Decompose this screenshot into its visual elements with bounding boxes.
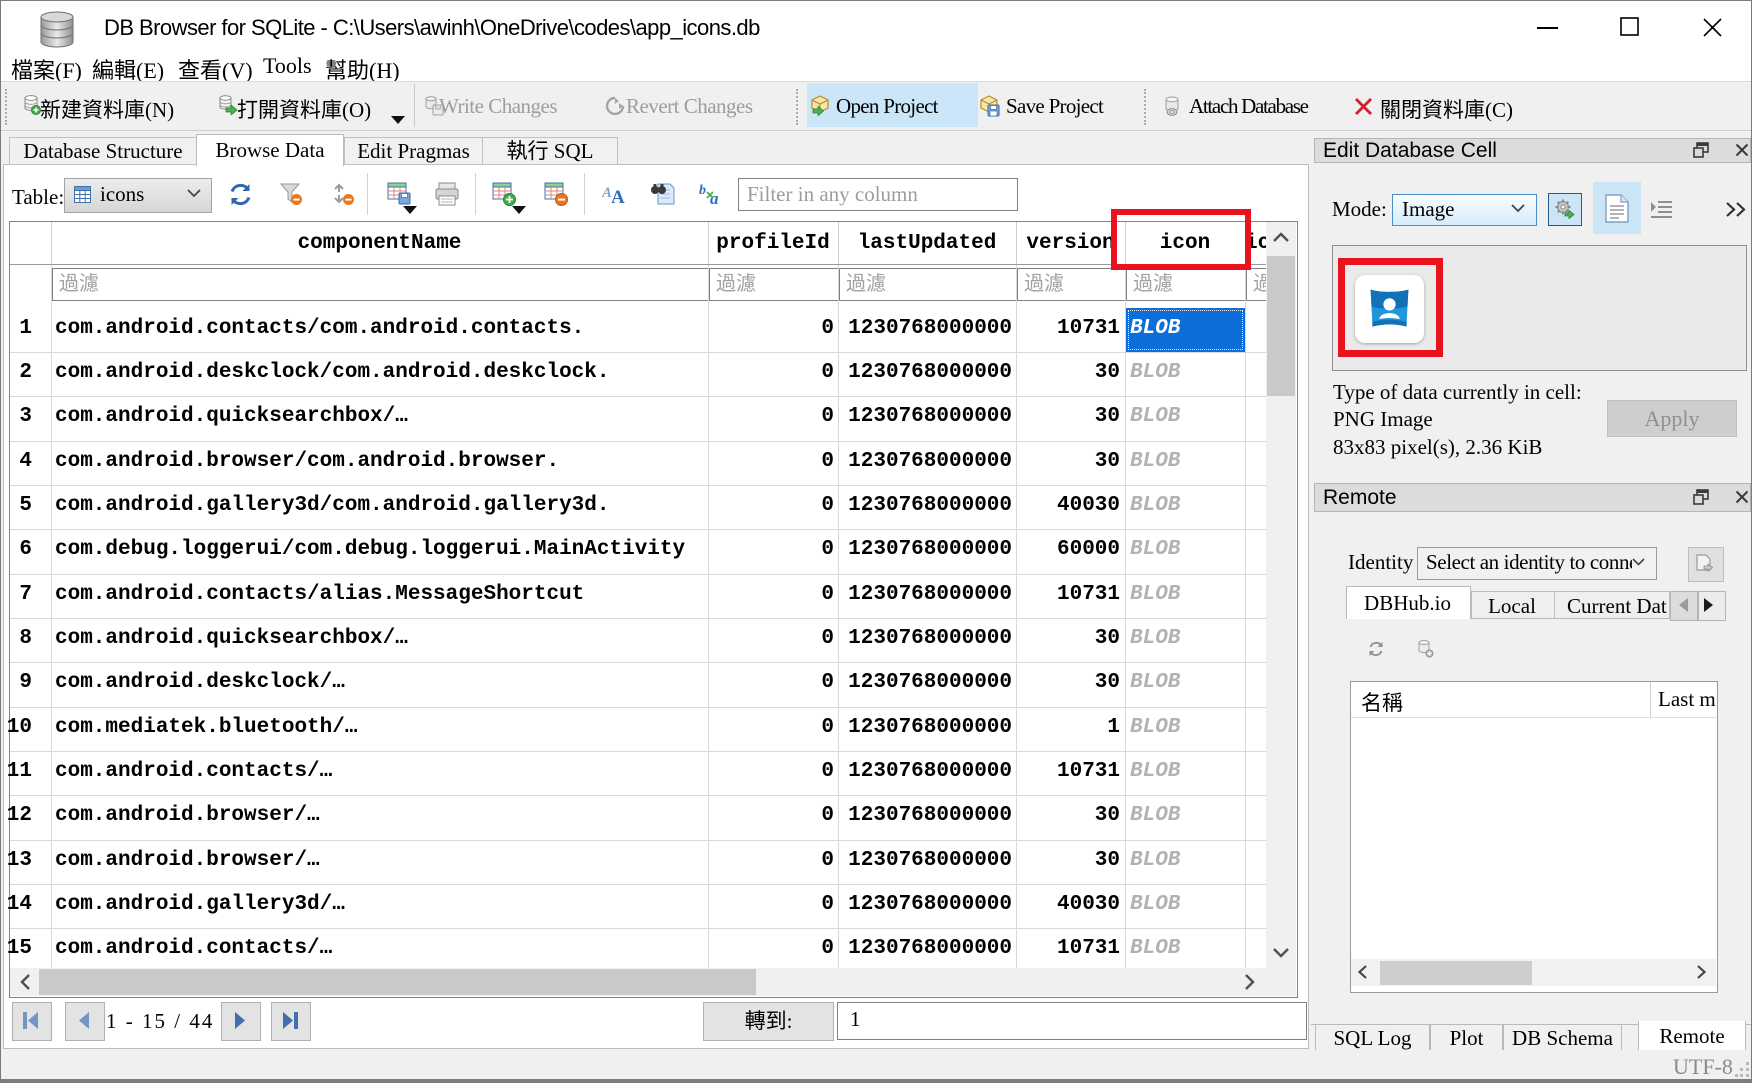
svg-text:a: a bbox=[710, 189, 719, 206]
svg-text:A: A bbox=[611, 187, 625, 206]
svg-text:b: b bbox=[699, 183, 706, 198]
